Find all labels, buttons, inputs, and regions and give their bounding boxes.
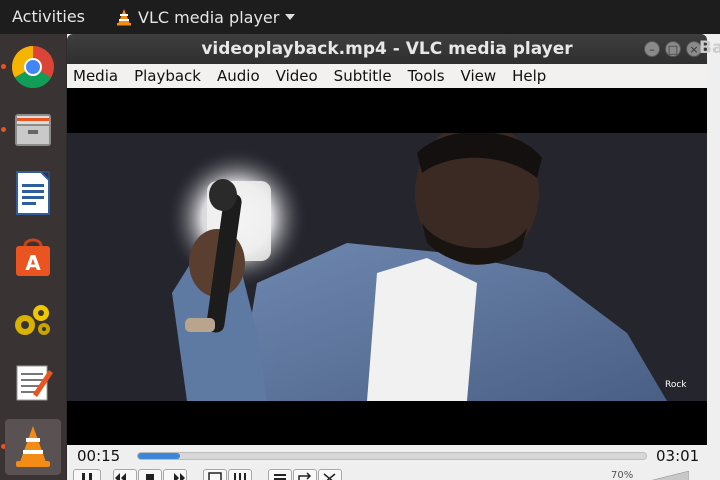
dock-item-text-editor[interactable] [5,354,61,410]
next-icon [174,473,185,480]
software-bag-icon: A [16,238,50,276]
chevron-down-icon [285,14,296,20]
vlc-cone-icon [16,426,50,467]
vlc-window: videoplayback.mp4 - VLC media player – □… [67,34,720,480]
controls-row: 70% [67,467,707,480]
next-button[interactable] [163,469,187,480]
writer-document-icon [16,171,50,215]
text-editor-icon [16,365,53,401]
dock-item-vlc[interactable] [5,419,61,475]
video-frame: Rock [67,133,707,401]
dock-item-chrome[interactable] [5,39,61,95]
loop-button[interactable] [293,469,317,480]
playlist-icon [274,474,286,480]
menu-playback[interactable]: Playback [134,67,201,85]
menu-help[interactable]: Help [512,67,546,85]
window-title: videoplayback.mp4 - VLC media player [201,39,573,59]
stop-icon [146,474,154,480]
minimize-button[interactable]: – [644,41,660,57]
dock-item-writer[interactable] [5,165,61,221]
equalizer-icon [234,473,246,480]
video-display[interactable]: Rock [67,88,707,445]
activities-button[interactable]: Activities [12,7,85,26]
previous-button[interactable] [113,469,137,480]
minimize-icon: – [649,42,655,56]
dock-item-files[interactable] [5,102,61,158]
shuffle-icon [323,473,336,480]
volume-level: 70% [611,470,634,480]
dock-item-software[interactable]: A [5,228,61,284]
menu-media[interactable]: Media [73,67,118,85]
settings-gears-icon [15,305,50,335]
fullscreen-button[interactable] [203,469,227,480]
vlc-cone-icon [117,9,131,26]
app-menu-label: VLC media player [138,7,280,27]
svg-text:A: A [25,251,41,275]
shuffle-button[interactable] [318,469,342,480]
menu-tools[interactable]: Tools [408,67,445,85]
video-scene-image: Rock [67,133,707,401]
previous-icon [115,473,126,480]
loop-icon [298,472,312,480]
chrome-icon [11,45,54,89]
maximize-icon: □ [667,42,679,56]
pause-button[interactable] [73,469,101,480]
menu-bar: Media Playback Audio Video Subtitle Tool… [67,64,707,88]
app-menu[interactable]: VLC media player [116,5,296,29]
close-icon: × [689,42,699,56]
seek-progress-fill [138,453,181,459]
file-cabinet-icon [15,114,51,146]
extended-settings-button[interactable] [228,469,252,480]
dock: A [0,34,66,480]
elapsed-time: 00:15 [77,447,121,465]
menu-video[interactable]: Video [276,67,318,85]
window-titlebar[interactable]: videoplayback.mp4 - VLC media player – □… [67,34,707,64]
total-time: 03:01 [656,447,700,465]
fullscreen-icon [208,472,222,480]
background-window-title-fragment: Ba [699,38,720,58]
top-bar: Activities VLC media player [0,0,720,34]
menu-subtitle[interactable]: Subtitle [334,67,392,85]
menu-view[interactable]: View [461,67,497,85]
stop-button[interactable] [138,469,162,480]
seek-bar-row: 00:15 03:01 [67,445,707,467]
playlist-button[interactable] [268,469,292,480]
pause-icon [82,473,92,480]
volume-slider[interactable] [649,471,689,480]
seek-slider[interactable] [137,452,647,460]
maximize-button[interactable]: □ [665,41,681,57]
dock-item-settings[interactable] [5,291,61,347]
video-watermark: Rock [665,380,687,390]
menu-audio[interactable]: Audio [217,67,260,85]
